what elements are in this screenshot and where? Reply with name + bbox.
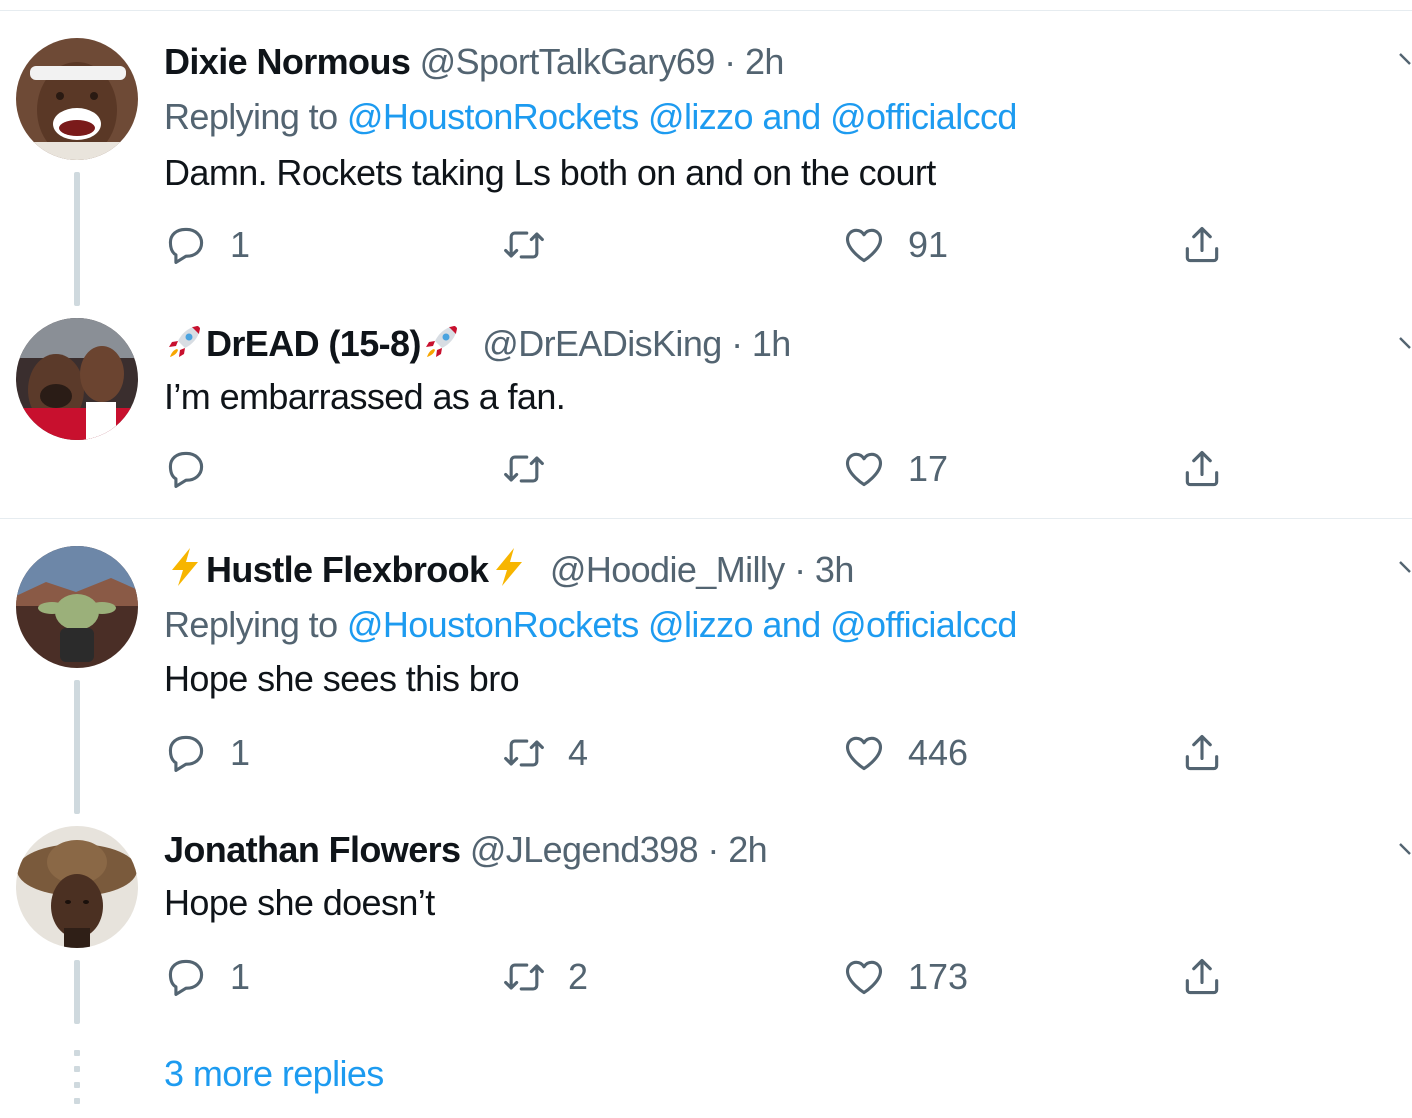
retweet-button[interactable]	[502, 221, 568, 269]
replying-to: Replying to @HoustonRockets @lizzo and @…	[164, 603, 1017, 647]
retweet-icon	[504, 963, 544, 991]
timestamp[interactable]: 3h	[815, 549, 854, 590]
replying-prefix: Replying to	[164, 96, 338, 137]
divider	[0, 10, 1412, 11]
tweet-header: Hustle Flexbrook @Hoodie_Milly · 3h	[164, 546, 854, 592]
replying-prefix: Replying to	[164, 604, 338, 645]
timestamp[interactable]: 2h	[728, 829, 767, 870]
like-button[interactable]: 173	[842, 953, 968, 1001]
like-count: 91	[908, 224, 949, 265]
divider	[0, 518, 1412, 519]
chevron-down-icon[interactable]	[1398, 332, 1412, 356]
user-handle[interactable]: @SportTalkGary69	[420, 41, 716, 82]
retweet-button[interactable]: 4	[502, 729, 588, 777]
rocket-icon	[169, 326, 200, 357]
separator: ·	[724, 41, 736, 82]
tweet-text: Hope she sees this bro	[164, 658, 520, 699]
user-handle[interactable]: @Hoodie_Milly	[550, 549, 785, 590]
lightning-icon	[172, 548, 198, 586]
share-button[interactable]	[1180, 221, 1224, 269]
like-count: 173	[908, 956, 969, 997]
retweet-count: 4	[568, 732, 589, 773]
reply-button[interactable]: 1	[164, 221, 250, 269]
retweet-icon	[504, 231, 544, 259]
like-button[interactable]: 17	[842, 445, 948, 493]
avatar[interactable]	[16, 546, 138, 668]
reply-icon	[168, 735, 204, 772]
like-count: 446	[908, 732, 969, 773]
tweet-header: Jonathan Flowers @JLegend398 · 2h	[164, 828, 768, 872]
lightning-icon	[496, 548, 523, 586]
mention-and: and	[762, 96, 821, 137]
thread-line	[74, 172, 80, 306]
mention-link[interactable]: @HoustonRockets	[347, 604, 639, 645]
share-button[interactable]	[1180, 729, 1224, 777]
thread-line	[74, 960, 80, 1024]
retweet-count: 2	[568, 956, 589, 997]
share-icon	[1185, 734, 1219, 771]
tweet-text: Damn. Rockets taking Ls both on and on t…	[164, 152, 936, 193]
display-name[interactable]: DrEAD (15-8)	[206, 323, 421, 364]
heart-icon	[845, 736, 883, 771]
avatar[interactable]	[16, 826, 138, 948]
chevron-down-icon[interactable]	[1398, 556, 1412, 580]
retweet-button[interactable]	[502, 445, 568, 493]
avatar[interactable]	[16, 318, 138, 440]
user-handle[interactable]: @DrEADisKing	[482, 323, 722, 364]
reply-icon	[168, 959, 204, 996]
reply-button[interactable]: 1	[164, 953, 250, 1001]
thread-dots	[74, 1050, 80, 1114]
mention-and: and	[762, 604, 821, 645]
more-replies-link[interactable]: 3 more replies	[164, 1052, 384, 1096]
timestamp[interactable]: 2h	[745, 41, 784, 82]
reply-count: 1	[230, 732, 251, 773]
display-name[interactable]: Jonathan Flowers	[164, 829, 461, 870]
retweet-icon	[504, 455, 544, 483]
avatar[interactable]	[16, 38, 138, 160]
heart-icon	[845, 452, 883, 487]
share-icon	[1185, 450, 1219, 487]
separator: ·	[794, 549, 806, 590]
thread-line	[74, 680, 80, 814]
chevron-down-icon[interactable]	[1398, 48, 1412, 72]
mention-link[interactable]: @lizzo	[648, 604, 754, 645]
mention-link[interactable]: @lizzo	[648, 96, 754, 137]
share-button[interactable]	[1180, 953, 1224, 1001]
chevron-down-icon[interactable]	[1398, 838, 1412, 862]
retweet-button[interactable]: 2	[502, 953, 588, 1001]
reply-icon	[168, 227, 204, 264]
like-button[interactable]: 446	[842, 729, 968, 777]
user-handle[interactable]: @JLegend398	[470, 829, 699, 870]
display-name[interactable]: Dixie Normous	[164, 41, 411, 82]
like-count: 17	[908, 448, 949, 489]
reply-button[interactable]: 1	[164, 729, 250, 777]
reply-icon	[168, 451, 204, 488]
timestamp[interactable]: 1h	[752, 323, 791, 364]
like-button[interactable]: 91	[842, 221, 948, 269]
separator: ·	[707, 829, 719, 870]
tweet-text: I’m embarrassed as a fan.	[164, 376, 566, 417]
tweet-text: Hope she doesn’t	[164, 882, 435, 923]
retweet-icon	[504, 739, 544, 767]
tweet-header: DrEAD (15-8) @DrEADisKing · 1h	[164, 320, 791, 366]
reply-count: 1	[230, 224, 251, 265]
replying-to: Replying to @HoustonRockets @lizzo and @…	[164, 95, 1017, 139]
share-icon	[1185, 958, 1219, 995]
rocket-icon	[425, 326, 457, 357]
mention-link[interactable]: @officialccd	[830, 604, 1017, 645]
separator: ·	[731, 323, 743, 364]
share-icon	[1185, 226, 1219, 263]
tweet-header: Dixie Normous @SportTalkGary69 · 2h	[164, 40, 784, 84]
heart-icon	[845, 960, 883, 995]
display-name[interactable]: Hustle Flexbrook	[206, 549, 489, 590]
mention-link[interactable]: @HoustonRockets	[347, 96, 639, 137]
heart-icon	[845, 228, 883, 263]
reply-count: 1	[230, 956, 251, 997]
share-button[interactable]	[1180, 445, 1224, 493]
mention-link[interactable]: @officialccd	[830, 96, 1017, 137]
reply-button[interactable]	[164, 445, 230, 493]
